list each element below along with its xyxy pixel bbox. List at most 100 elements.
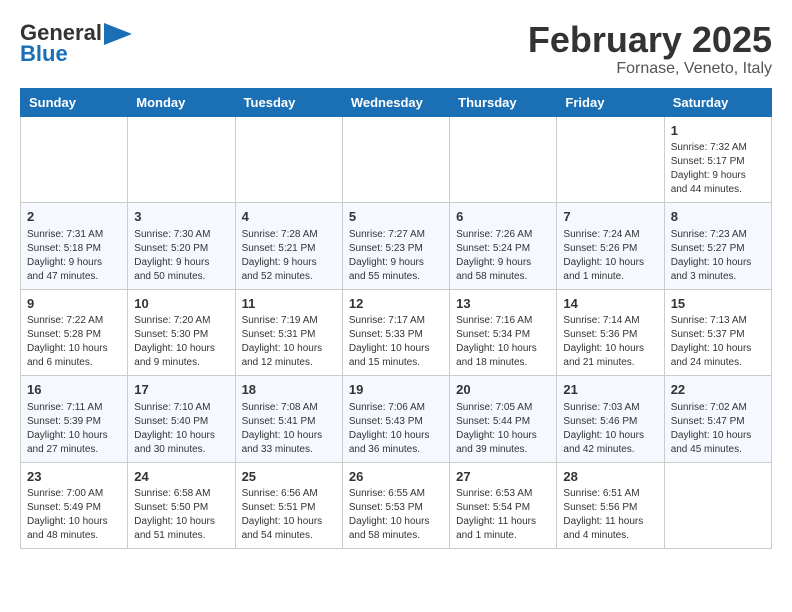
title-block: February 2025 Fornase, Veneto, Italy <box>528 20 772 78</box>
calendar-week-row: 16 Sunrise: 7:11 AM Sunset: 5:39 PM Dayli… <box>21 376 772 463</box>
calendar-cell: 22 Sunrise: 7:02 AM Sunset: 5:47 PM Dayli… <box>664 376 771 463</box>
calendar-cell: 14Sunrise: 7:14 AM Sunset: 5:36 PM Dayli… <box>557 289 664 376</box>
logo: General Blue <box>20 20 132 65</box>
calendar-cell: 24Sunrise: 6:58 AM Sunset: 5:50 PM Dayli… <box>128 462 235 549</box>
day-info: Sunrise: 7:11 AM Sunset: 5:39 PM Dayligh… <box>27 401 121 457</box>
day-number: 28 <box>563 468 657 486</box>
calendar-cell: 16 Sunrise: 7:11 AM Sunset: 5:39 PM Dayli… <box>21 376 128 463</box>
day-number: 5 <box>349 208 443 226</box>
calendar-cell <box>21 116 128 203</box>
calendar-header-friday: Friday <box>557 88 664 116</box>
calendar-cell: 8Sunrise: 7:23 AM Sunset: 5:27 PM Daylig… <box>664 203 771 290</box>
page-header: General Blue February 2025 Fornase, Vene… <box>20 20 772 78</box>
day-info: Sunrise: 7:16 AM Sunset: 5:34 PM Dayligh… <box>456 314 550 370</box>
day-info: Sunrise: 7:23 AM Sunset: 5:27 PM Dayligh… <box>671 228 765 284</box>
day-info: Sunrise: 7:06 AM Sunset: 5:43 PM Dayligh… <box>349 401 443 457</box>
calendar-cell: 10Sunrise: 7:20 AM Sunset: 5:30 PM Dayli… <box>128 289 235 376</box>
calendar-cell: 5 Sunrise: 7:27 AM Sunset: 5:23 PM Daylig… <box>342 203 449 290</box>
calendar-header-row: SundayMondayTuesdayWednesdayThursdayFrid… <box>21 88 772 116</box>
day-info: Sunrise: 7:05 AM Sunset: 5:44 PM Dayligh… <box>456 401 550 457</box>
day-info: Sunrise: 7:17 AM Sunset: 5:33 PM Dayligh… <box>349 314 443 370</box>
calendar-cell: 3 Sunrise: 7:30 AM Sunset: 5:20 PM Daylig… <box>128 203 235 290</box>
calendar-cell: 18Sunrise: 7:08 AM Sunset: 5:41 PM Dayli… <box>235 376 342 463</box>
calendar-cell: 11Sunrise: 7:19 AM Sunset: 5:31 PM Dayli… <box>235 289 342 376</box>
day-number: 19 <box>349 381 443 399</box>
day-info: Sunrise: 6:51 AM Sunset: 5:56 PM Dayligh… <box>563 487 657 543</box>
day-number: 25 <box>242 468 336 486</box>
calendar-cell: 27Sunrise: 6:53 AM Sunset: 5:54 PM Dayli… <box>450 462 557 549</box>
day-number: 17 <box>134 381 228 399</box>
day-number: 7 <box>563 208 657 226</box>
day-info: Sunrise: 6:58 AM Sunset: 5:50 PM Dayligh… <box>134 487 228 543</box>
calendar-cell <box>235 116 342 203</box>
day-number: 2 <box>27 208 121 226</box>
calendar-cell: 2 Sunrise: 7:31 AM Sunset: 5:18 PM Daylig… <box>21 203 128 290</box>
logo-arrow-icon <box>104 22 132 46</box>
calendar-cell: 26Sunrise: 6:55 AM Sunset: 5:53 PM Dayli… <box>342 462 449 549</box>
day-info: Sunrise: 7:02 AM Sunset: 5:47 PM Dayligh… <box>671 401 765 457</box>
day-info: Sunrise: 7:00 AM Sunset: 5:49 PM Dayligh… <box>27 487 121 543</box>
calendar-cell: 9Sunrise: 7:22 AM Sunset: 5:28 PM Daylig… <box>21 289 128 376</box>
day-number: 16 <box>27 381 121 399</box>
day-info: Sunrise: 7:19 AM Sunset: 5:31 PM Dayligh… <box>242 314 336 370</box>
calendar-cell <box>128 116 235 203</box>
day-number: 11 <box>242 295 336 313</box>
day-number: 14 <box>563 295 657 313</box>
day-info: Sunrise: 7:13 AM Sunset: 5:37 PM Dayligh… <box>671 314 765 370</box>
calendar-title: February 2025 <box>528 20 772 60</box>
day-number: 23 <box>27 468 121 486</box>
day-info: Sunrise: 6:56 AM Sunset: 5:51 PM Dayligh… <box>242 487 336 543</box>
day-info: Sunrise: 7:10 AM Sunset: 5:40 PM Dayligh… <box>134 401 228 457</box>
day-info: Sunrise: 6:55 AM Sunset: 5:53 PM Dayligh… <box>349 487 443 543</box>
day-number: 10 <box>134 295 228 313</box>
logo-blue: Blue <box>20 43 132 65</box>
day-number: 18 <box>242 381 336 399</box>
day-number: 3 <box>134 208 228 226</box>
calendar-cell: 28Sunrise: 6:51 AM Sunset: 5:56 PM Dayli… <box>557 462 664 549</box>
calendar-header-saturday: Saturday <box>664 88 771 116</box>
calendar-header-tuesday: Tuesday <box>235 88 342 116</box>
calendar-header-thursday: Thursday <box>450 88 557 116</box>
calendar-cell: 20 Sunrise: 7:05 AM Sunset: 5:44 PM Dayli… <box>450 376 557 463</box>
day-info: Sunrise: 7:27 AM Sunset: 5:23 PM Dayligh… <box>349 228 443 284</box>
calendar-week-row: 2 Sunrise: 7:31 AM Sunset: 5:18 PM Daylig… <box>21 203 772 290</box>
day-info: Sunrise: 7:31 AM Sunset: 5:18 PM Dayligh… <box>27 228 121 284</box>
calendar-header-wednesday: Wednesday <box>342 88 449 116</box>
day-number: 21 <box>563 381 657 399</box>
calendar-week-row: 9Sunrise: 7:22 AM Sunset: 5:28 PM Daylig… <box>21 289 772 376</box>
calendar-cell <box>450 116 557 203</box>
day-info: Sunrise: 7:30 AM Sunset: 5:20 PM Dayligh… <box>134 228 228 284</box>
day-number: 22 <box>671 381 765 399</box>
calendar-cell: 12Sunrise: 7:17 AM Sunset: 5:33 PM Dayli… <box>342 289 449 376</box>
day-number: 6 <box>456 208 550 226</box>
day-info: Sunrise: 7:28 AM Sunset: 5:21 PM Dayligh… <box>242 228 336 284</box>
day-info: Sunrise: 7:03 AM Sunset: 5:46 PM Dayligh… <box>563 401 657 457</box>
calendar-cell: 19 Sunrise: 7:06 AM Sunset: 5:43 PM Dayli… <box>342 376 449 463</box>
calendar-cell: 13Sunrise: 7:16 AM Sunset: 5:34 PM Dayli… <box>450 289 557 376</box>
calendar-table: SundayMondayTuesdayWednesdayThursdayFrid… <box>20 88 772 550</box>
day-number: 13 <box>456 295 550 313</box>
calendar-cell <box>664 462 771 549</box>
day-number: 26 <box>349 468 443 486</box>
day-number: 20 <box>456 381 550 399</box>
calendar-header-monday: Monday <box>128 88 235 116</box>
day-number: 4 <box>242 208 336 226</box>
day-info: Sunrise: 6:53 AM Sunset: 5:54 PM Dayligh… <box>456 487 550 543</box>
day-number: 27 <box>456 468 550 486</box>
calendar-cell: 15Sunrise: 7:13 AM Sunset: 5:37 PM Dayli… <box>664 289 771 376</box>
calendar-cell: 21 Sunrise: 7:03 AM Sunset: 5:46 PM Dayli… <box>557 376 664 463</box>
calendar-week-row: 1Sunrise: 7:32 AM Sunset: 5:17 PM Daylig… <box>21 116 772 203</box>
day-number: 1 <box>671 122 765 140</box>
day-number: 12 <box>349 295 443 313</box>
day-info: Sunrise: 7:22 AM Sunset: 5:28 PM Dayligh… <box>27 314 121 370</box>
day-info: Sunrise: 7:24 AM Sunset: 5:26 PM Dayligh… <box>563 228 657 284</box>
day-number: 9 <box>27 295 121 313</box>
day-info: Sunrise: 7:26 AM Sunset: 5:24 PM Dayligh… <box>456 228 550 284</box>
calendar-cell: 23Sunrise: 7:00 AM Sunset: 5:49 PM Dayli… <box>21 462 128 549</box>
calendar-subtitle: Fornase, Veneto, Italy <box>528 60 772 78</box>
calendar-header-sunday: Sunday <box>21 88 128 116</box>
day-number: 15 <box>671 295 765 313</box>
calendar-cell <box>557 116 664 203</box>
day-number: 24 <box>134 468 228 486</box>
calendar-week-row: 23Sunrise: 7:00 AM Sunset: 5:49 PM Dayli… <box>21 462 772 549</box>
